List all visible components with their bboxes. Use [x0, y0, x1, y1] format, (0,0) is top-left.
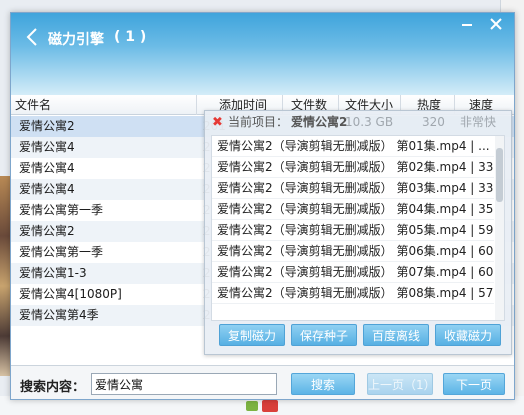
list-item[interactable]: 爱情公寓2（导演剪辑无删减版） 第02集.mp4 | 33: [212, 157, 494, 178]
copy-magnet-button[interactable]: 复制磁力: [219, 324, 285, 346]
column-header-filename[interactable]: 文件名: [11, 95, 197, 115]
minimize-icon[interactable]: [457, 16, 477, 32]
search-input[interactable]: [91, 373, 277, 395]
prev-page-button[interactable]: 上一页（1）: [367, 373, 436, 395]
row-filename: 爱情公寓4: [19, 161, 75, 175]
list-item[interactable]: 爱情公寓2（导演剪辑无删减版） 第08集.mp4 | 57: [212, 283, 494, 304]
search-bar: 搜索内容： 搜索 上一页（1） 下一页: [11, 365, 514, 399]
favorite-magnet-button[interactable]: 收藏磁力: [435, 324, 501, 346]
row-filename: 爱情公寓2: [19, 224, 75, 238]
row-filename: 爱情公寓1-3: [19, 266, 87, 280]
title-bar: 磁力引擎 ( 1 ): [11, 13, 514, 95]
next-page-button[interactable]: 下一页: [443, 373, 505, 395]
save-torrent-button[interactable]: 保存种子: [291, 324, 357, 346]
row-filename: 爱情公寓4: [19, 182, 75, 196]
row-filename: 爱情公寓2: [19, 119, 75, 133]
current-item-value: 爱情公寓2: [291, 115, 348, 129]
scrollbar-thumb[interactable]: [496, 148, 503, 202]
background-red-badge: [262, 400, 278, 412]
search-button[interactable]: 搜索: [291, 373, 355, 395]
current-item-label: 当前项目：: [228, 115, 289, 129]
row-filename: 爱情公寓4[1080P]: [19, 287, 122, 301]
list-item[interactable]: 爱情公寓2（导演剪辑无删减版） 第04集.mp4 | 35: [212, 199, 494, 220]
search-label: 搜索内容：: [20, 380, 86, 395]
list-item[interactable]: 爱情公寓2（导演剪辑无删减版） 第03集.mp4 | 33: [212, 178, 494, 199]
list-item[interactable]: 爱情公寓2（导演剪辑无删减版） 第07集.mp4 | 60: [212, 262, 494, 283]
list-item[interactable]: 爱情公寓2（导演剪辑无删减版） 第05集.mp4 | 59: [212, 220, 494, 241]
row-filename: 爱情公寓第一季: [19, 203, 104, 217]
row-filename: 爱情公寓4: [19, 140, 75, 154]
row-filename: 爱情公寓第一季: [19, 245, 104, 259]
popup-header: ✖ 当前项目： 爱情公寓2 10.3 GB 320 非常快: [205, 111, 511, 134]
list-item[interactable]: 爱情公寓2（导演剪辑无删减版） 第06集.mp4 | 60: [212, 241, 494, 262]
list-item[interactable]: 爱情公寓2（导演剪辑无删减版） 第01集.mp4 | ...: [212, 136, 494, 157]
baidu-offline-button[interactable]: 百度离线: [363, 324, 429, 346]
result-count: ( 1 ): [114, 29, 147, 45]
background-ad-icon: [246, 401, 258, 411]
close-popup-icon[interactable]: ✖: [212, 111, 223, 134]
popup-scrollbar[interactable]: [495, 136, 504, 320]
magnet-details-popup: ✖ 当前项目： 爱情公寓2 10.3 GB 320 非常快 爱情公寓2（导演剪辑…: [204, 110, 512, 355]
close-icon[interactable]: [485, 15, 507, 33]
row-heat: 320: [422, 115, 445, 129]
row-file-size: 10.3 GB: [345, 115, 394, 129]
magnet-file-list: 爱情公寓2（导演剪辑无删减版） 第01集.mp4 | ... 爱情公寓2（导演剪…: [211, 135, 505, 321]
back-arrow-icon[interactable]: [25, 27, 39, 47]
row-speed: 非常快: [460, 115, 497, 129]
row-filename: 爱情公寓第4季: [19, 308, 99, 322]
window-title: 磁力引擎: [48, 32, 104, 48]
